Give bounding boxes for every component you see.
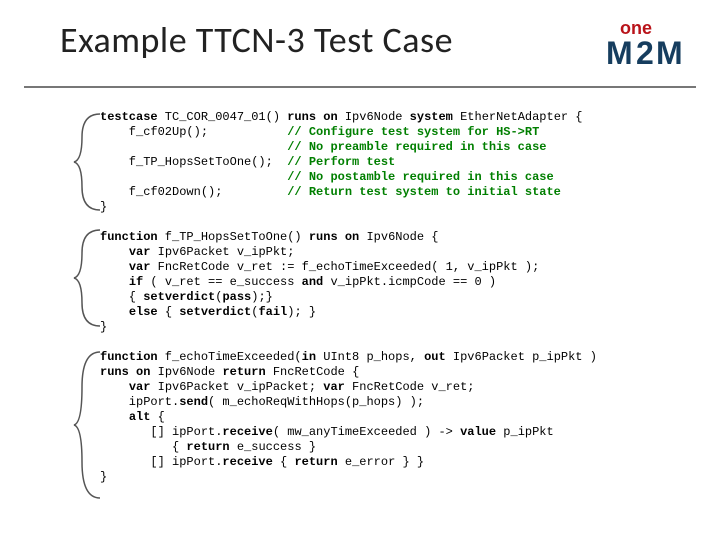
- txt: e_error } }: [338, 455, 424, 469]
- txt: [] ipPort.: [100, 425, 222, 439]
- txt: {: [100, 290, 143, 304]
- txt: {: [100, 440, 186, 454]
- kw-return: return: [222, 365, 265, 379]
- kw-testcase: testcase: [100, 110, 158, 124]
- txt: Ipv6Node: [338, 110, 410, 124]
- kw-var: var: [323, 380, 345, 394]
- code-block: testcase TC_COR_0047_01() runs on Ipv6No…: [100, 110, 690, 485]
- kw-fail: fail: [258, 305, 287, 319]
- txt: p_ipPkt: [496, 425, 554, 439]
- txt: [100, 260, 129, 274]
- comment: // Return test system to initial state: [287, 185, 561, 199]
- svg-text:M: M: [606, 35, 633, 68]
- kw-in: in: [302, 350, 316, 364]
- kw-var: var: [129, 260, 151, 274]
- txt: ( v_ret == e_success: [143, 275, 301, 289]
- kw-and: and: [302, 275, 324, 289]
- kw-var: var: [129, 245, 151, 259]
- kw-setverdict: setverdict: [179, 305, 251, 319]
- txt: f_TP_HopsSetToOne(): [158, 230, 309, 244]
- comment: // Configure test system for HS->RT: [287, 125, 539, 139]
- slide: Example TTCN-3 Test Case one M 2 M testc…: [0, 0, 720, 540]
- comment: // No postamble required in this case: [287, 170, 553, 184]
- comment: // Perform test: [287, 155, 395, 169]
- kw-runson: runs on: [287, 110, 337, 124]
- txt: EtherNetAdapter {: [453, 110, 583, 124]
- svg-text:2: 2: [636, 35, 654, 68]
- txt: e_success }: [230, 440, 316, 454]
- kw-runson: runs on: [309, 230, 359, 244]
- kw-alt: alt: [129, 410, 151, 424]
- kw-value: value: [460, 425, 496, 439]
- txt: [100, 305, 129, 319]
- txt: {: [150, 410, 164, 424]
- kw-receive: receive: [222, 455, 272, 469]
- txt: ); }: [287, 305, 316, 319]
- txt: f_TP_HopsSetToOne();: [100, 155, 287, 169]
- kw-pass: pass: [222, 290, 251, 304]
- kw-else: else: [129, 305, 158, 319]
- txt: [100, 170, 287, 184]
- txt: [] ipPort.: [100, 455, 222, 469]
- txt: Ipv6Node: [150, 365, 222, 379]
- kw-out: out: [424, 350, 446, 364]
- kw-setverdict: setverdict: [143, 290, 215, 304]
- txt: ( mw_anyTimeExceeded ) ->: [273, 425, 460, 439]
- txt: Ipv6Packet p_ipPkt ): [446, 350, 597, 364]
- txt: }: [100, 320, 107, 334]
- slide-title: Example TTCN-3 Test Case: [60, 18, 453, 62]
- txt: [100, 140, 287, 154]
- txt: [100, 275, 129, 289]
- txt: );}: [251, 290, 273, 304]
- txt: Ipv6Node {: [359, 230, 438, 244]
- brace-function1: [72, 228, 102, 328]
- txt: }: [100, 200, 107, 214]
- txt: [100, 410, 129, 424]
- kw-system: system: [410, 110, 453, 124]
- txt: }: [100, 470, 107, 484]
- kw-return: return: [294, 455, 337, 469]
- kw-var: var: [129, 380, 151, 394]
- kw-receive: receive: [222, 425, 272, 439]
- txt: FncRetCode {: [266, 365, 360, 379]
- txt: f_cf02Down();: [100, 185, 287, 199]
- brace-function2: [72, 350, 102, 500]
- txt: v_ipPkt.icmpCode == 0 ): [323, 275, 496, 289]
- txt: FncRetCode v_ret;: [345, 380, 475, 394]
- kw-runson: runs on: [100, 365, 150, 379]
- txt: {: [158, 305, 180, 319]
- txt: [100, 245, 129, 259]
- txt: Ipv6Packet v_ipPkt;: [150, 245, 294, 259]
- txt: {: [273, 455, 295, 469]
- txt: Ipv6Packet v_ipPacket;: [150, 380, 323, 394]
- title-divider: [24, 86, 696, 88]
- comment: // No preamble required in this case: [287, 140, 546, 154]
- onem2m-logo: one M 2 M: [606, 14, 696, 73]
- txt: FncRetCode v_ret := f_echoTimeExceeded( …: [150, 260, 539, 274]
- kw-function: function: [100, 230, 158, 244]
- txt: ipPort.: [100, 395, 179, 409]
- txt: f_echoTimeExceeded(: [158, 350, 302, 364]
- txt: [100, 380, 129, 394]
- txt: UInt8 p_hops,: [316, 350, 424, 364]
- kw-function: function: [100, 350, 158, 364]
- svg-text:M: M: [656, 35, 683, 68]
- brace-testcase: [72, 112, 102, 212]
- txt: f_cf02Up();: [100, 125, 287, 139]
- kw-send: send: [179, 395, 208, 409]
- txt: ( m_echoReqWithHops(p_hops) );: [208, 395, 424, 409]
- kw-if: if: [129, 275, 143, 289]
- txt: TC_COR_0047_01(): [158, 110, 288, 124]
- kw-return: return: [186, 440, 229, 454]
